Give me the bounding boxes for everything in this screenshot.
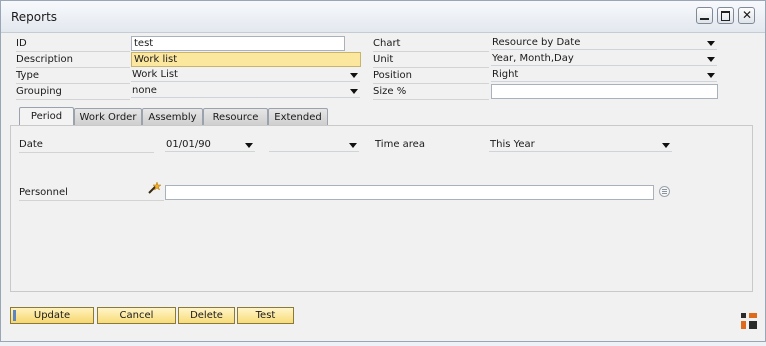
update-button[interactable]: Update	[10, 307, 94, 324]
wand-icon[interactable]	[147, 181, 161, 195]
time-area-value: This Year	[490, 139, 535, 150]
description-label: Description	[16, 52, 130, 68]
chevron-down-icon[interactable]	[707, 73, 715, 78]
corner-logo-icon	[741, 313, 757, 329]
date-from-select[interactable]: 01/01/90	[165, 138, 255, 152]
chevron-down-icon[interactable]	[662, 143, 670, 148]
close-icon: ✕	[742, 8, 753, 22]
description-field[interactable]: Work list	[131, 52, 361, 67]
minimize-button[interactable]	[696, 7, 713, 24]
grouping-select[interactable]: none	[131, 84, 360, 98]
position-value: Right	[492, 69, 519, 80]
personnel-field[interactable]	[165, 185, 654, 200]
date-label: Date	[19, 137, 154, 153]
list-icon[interactable]	[659, 186, 670, 197]
personnel-label: Personnel	[19, 185, 164, 201]
minimize-icon	[700, 18, 709, 20]
cancel-button[interactable]: Cancel	[97, 307, 176, 324]
reports-window: Reports ✕ ID test Description Work list …	[0, 0, 766, 342]
chevron-down-icon[interactable]	[350, 73, 358, 78]
tab-assembly[interactable]: Assembly	[142, 108, 203, 125]
position-label: Position	[373, 68, 489, 84]
maximize-icon	[721, 11, 730, 21]
chevron-down-icon[interactable]	[707, 57, 715, 62]
unit-value: Year, Month,Day	[492, 53, 574, 64]
date-from-value: 01/01/90	[166, 139, 211, 150]
delete-button[interactable]: Delete	[178, 307, 235, 324]
period-panel: Date 01/01/90 Time area This Year Person…	[10, 125, 753, 292]
tab-resource[interactable]: Resource	[203, 108, 268, 125]
position-select[interactable]: Right	[491, 68, 717, 82]
tab-period[interactable]: Period	[19, 107, 74, 126]
title-bar[interactable]: Reports ✕	[1, 1, 765, 33]
chevron-down-icon[interactable]	[350, 89, 358, 94]
size-label: Size %	[373, 84, 489, 100]
chevron-down-icon[interactable]	[245, 143, 253, 148]
grouping-label: Grouping	[16, 84, 130, 100]
chart-label: Chart	[373, 36, 489, 52]
type-select[interactable]: Work List	[131, 68, 360, 82]
type-label: Type	[16, 68, 130, 84]
chart-value: Resource by Date	[492, 37, 581, 48]
window-title: Reports	[11, 10, 58, 24]
id-field[interactable]: test	[131, 36, 345, 51]
time-area-select[interactable]: This Year	[489, 138, 672, 152]
test-button[interactable]: Test	[237, 307, 294, 324]
chart-select[interactable]: Resource by Date	[491, 36, 717, 50]
close-button[interactable]: ✕	[738, 7, 755, 24]
unit-select[interactable]: Year, Month,Day	[491, 52, 717, 66]
tab-extended[interactable]: Extended	[268, 108, 328, 125]
size-field[interactable]	[491, 84, 718, 99]
time-area-label: Time area	[375, 139, 425, 150]
unit-label: Unit	[373, 52, 489, 68]
tab-work-order[interactable]: Work Order	[74, 108, 142, 125]
maximize-button[interactable]	[717, 7, 734, 24]
id-label: ID	[16, 36, 130, 52]
date-to-select[interactable]	[269, 138, 359, 152]
chevron-down-icon[interactable]	[349, 143, 357, 148]
grouping-value: none	[132, 85, 157, 96]
type-value: Work List	[132, 69, 178, 80]
chevron-down-icon[interactable]	[707, 41, 715, 46]
